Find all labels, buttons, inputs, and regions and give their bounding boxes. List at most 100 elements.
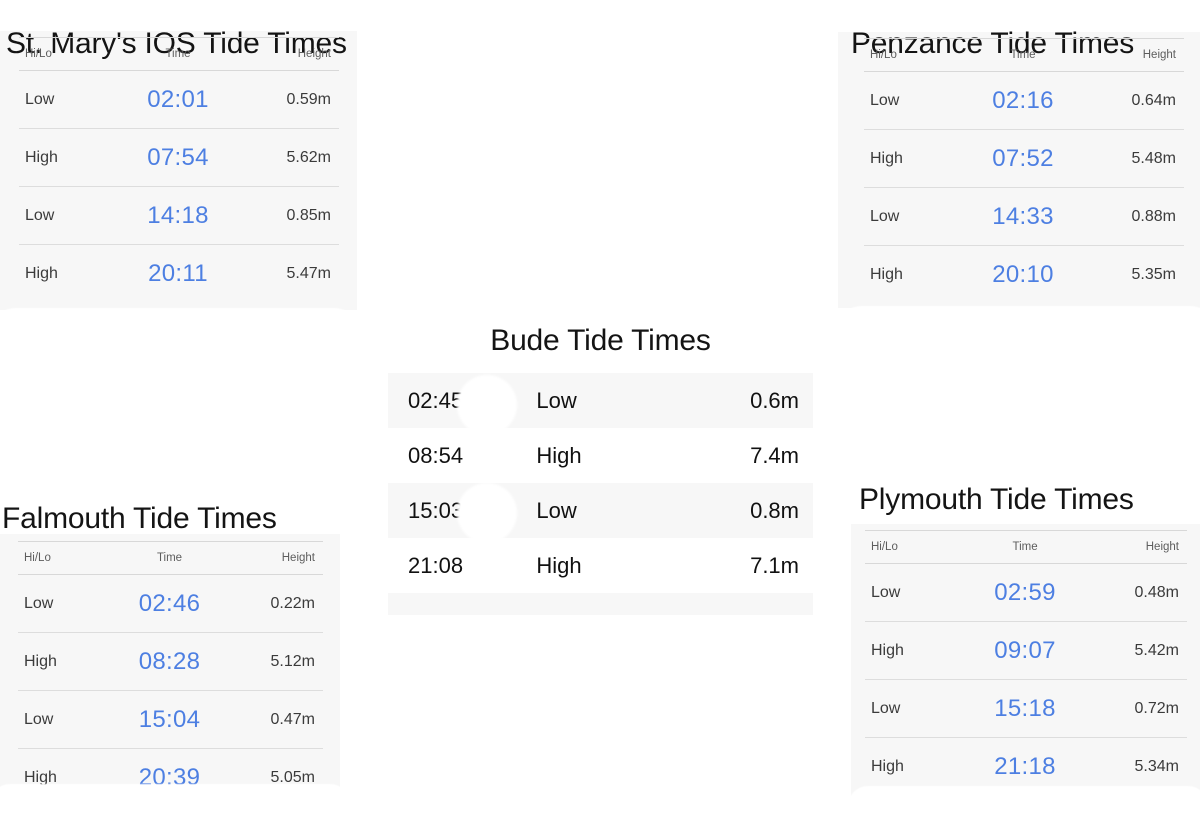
cell-height: 5.34m <box>1134 757 1179 775</box>
cell-time: 21:18 <box>994 752 1056 780</box>
cell-height: 0.59m <box>236 70 339 129</box>
cell-time: 20:11 <box>148 259 208 287</box>
tide-card-plymouth: Plymouth Tide Times Hi/Lo Time Height Lo… <box>851 484 1200 800</box>
cell-hilo: Low <box>865 563 967 622</box>
cell-hilo: Low <box>19 70 120 129</box>
table-row: High 20:10 5.35m <box>864 246 1184 304</box>
cell-height: 0.88m <box>1081 187 1184 246</box>
cell-height: 0.85m <box>236 186 339 245</box>
table-row: Low 14:33 0.88m <box>864 187 1184 246</box>
cell-empty <box>388 593 537 615</box>
cell-time: 15:03 <box>388 483 537 538</box>
column-header-time: Time <box>119 37 237 71</box>
cell-hilo: Low <box>864 187 965 246</box>
table-row: High 20:39 5.05m <box>18 749 323 807</box>
tide-card-falmouth: Falmouth Tide Times Hi/Lo Time Height Lo… <box>0 503 340 800</box>
cell-hilo: Low <box>865 679 967 738</box>
column-header-time: Time <box>966 530 1084 564</box>
cell-time: 02:59 <box>966 563 1084 622</box>
cell-time: 07:52 <box>964 129 1082 188</box>
column-header-height: Height <box>236 37 339 71</box>
cell-hilo: High <box>865 621 967 680</box>
cell-hilo: High <box>870 265 903 283</box>
column-header-time: Time <box>964 38 1082 72</box>
cell-height: 0.47m <box>224 690 323 749</box>
column-header-height: Height <box>1081 38 1184 72</box>
cell-hilo: High <box>25 264 58 282</box>
cell-height: 5.48m <box>1081 129 1184 188</box>
table-row: Low 15:18 0.72m <box>865 679 1187 738</box>
tide-card-stmarys: St. Mary's IOS Tide Times Hi/Lo Time Hei… <box>0 28 357 310</box>
cell-hilo: High <box>536 428 671 483</box>
cell-hilo: High <box>19 128 120 187</box>
table-header-row: Hi/Lo Time Height <box>18 541 323 575</box>
cell-time: 21:08 <box>388 538 537 593</box>
table-row: Low 15:04 0.47m <box>18 690 323 749</box>
cell-time: 15:18 <box>966 679 1084 738</box>
tide-card-bude: Bude Tide Times 02:45 Low 0.6m 08:54 Hig… <box>388 311 813 615</box>
cell-time: 09:07 <box>966 621 1084 680</box>
column-header-hilo: Hi/Lo <box>865 530 967 564</box>
cell-height: 5.05m <box>270 768 315 786</box>
cell-hilo: High <box>18 632 115 691</box>
overlay-blob-top-left <box>0 308 360 380</box>
cell-hilo: High <box>24 768 57 786</box>
cell-height: 0.48m <box>1083 563 1187 622</box>
cell-height: 5.47m <box>286 264 331 282</box>
cell-height: 0.8m <box>670 483 813 538</box>
cell-height: 5.35m <box>1131 265 1176 283</box>
column-header-hilo: Hi/Lo <box>864 38 965 72</box>
cell-time: 15:04 <box>114 690 225 749</box>
tide-table-falmouth: Hi/Lo Time Height Low 02:46 0.22m High 0… <box>18 541 323 806</box>
cell-time: 02:16 <box>964 71 1082 130</box>
card-title-bude: Bude Tide Times <box>490 324 711 357</box>
table-row: Low 02:01 0.59m <box>19 70 339 129</box>
cell-height: 0.22m <box>224 574 323 633</box>
table-row: High 08:28 5.12m <box>18 632 323 691</box>
cell-time: 14:18 <box>119 186 237 245</box>
cell-time: 08:54 <box>388 428 537 483</box>
cell-height: 7.1m <box>670 538 813 593</box>
table-row: Low 02:59 0.48m <box>865 563 1187 622</box>
tide-table-penzance: Hi/Lo Time Height Low 02:16 0.64m High 0… <box>864 38 1184 303</box>
table-header-row: Hi/Lo Time Height <box>865 530 1187 564</box>
table-header-row: Hi/Lo Time Height <box>864 38 1184 72</box>
cell-time: 20:10 <box>992 260 1054 288</box>
table-row: High 21:18 5.34m <box>865 738 1187 796</box>
cell-hilo: High <box>871 757 904 775</box>
cell-hilo: Low <box>18 574 115 633</box>
cell-hilo: Low <box>536 483 671 538</box>
table-row: High 07:54 5.62m <box>19 128 339 187</box>
table-row: 15:03 Low 0.8m <box>388 483 813 538</box>
table-row: 21:08 High 7.1m <box>388 538 813 593</box>
table-row: Low 02:16 0.64m <box>864 71 1184 130</box>
table-row: High 20:11 5.47m <box>19 245 339 303</box>
cell-height: 5.62m <box>236 128 339 187</box>
cell-hilo: Low <box>18 690 115 749</box>
table-row: High 09:07 5.42m <box>865 621 1187 680</box>
card-title-falmouth: Falmouth Tide Times <box>2 502 277 535</box>
column-header-hilo: Hi/Lo <box>19 37 120 71</box>
table-row: 08:54 High 7.4m <box>388 428 813 483</box>
cell-hilo: Low <box>19 186 120 245</box>
table-row: Low 14:18 0.85m <box>19 186 339 245</box>
tide-table-plymouth: Hi/Lo Time Height Low 02:59 0.48m High 0… <box>865 530 1187 795</box>
tide-card-penzance: Penzance Tide Times Hi/Lo Time Height Lo… <box>838 28 1200 308</box>
cell-time: 14:33 <box>964 187 1082 246</box>
cell-hilo: Low <box>864 71 965 130</box>
cell-hilo: High <box>864 129 965 188</box>
column-header-time: Time <box>114 541 225 575</box>
cell-empty <box>670 593 813 615</box>
cell-height: 5.42m <box>1083 621 1187 680</box>
cell-height: 0.64m <box>1081 71 1184 130</box>
table-row: Low 02:46 0.22m <box>18 574 323 633</box>
cell-height: 0.6m <box>670 373 813 428</box>
cell-empty <box>536 593 671 615</box>
overlay-blob-top-right <box>836 306 1200 384</box>
table-header-row: Hi/Lo Time Height <box>19 37 339 71</box>
cell-hilo: Low <box>536 373 671 428</box>
cell-time: 08:28 <box>114 632 225 691</box>
table-row: High 07:52 5.48m <box>864 129 1184 188</box>
column-header-height: Height <box>1083 530 1187 564</box>
cell-hilo: High <box>536 538 671 593</box>
